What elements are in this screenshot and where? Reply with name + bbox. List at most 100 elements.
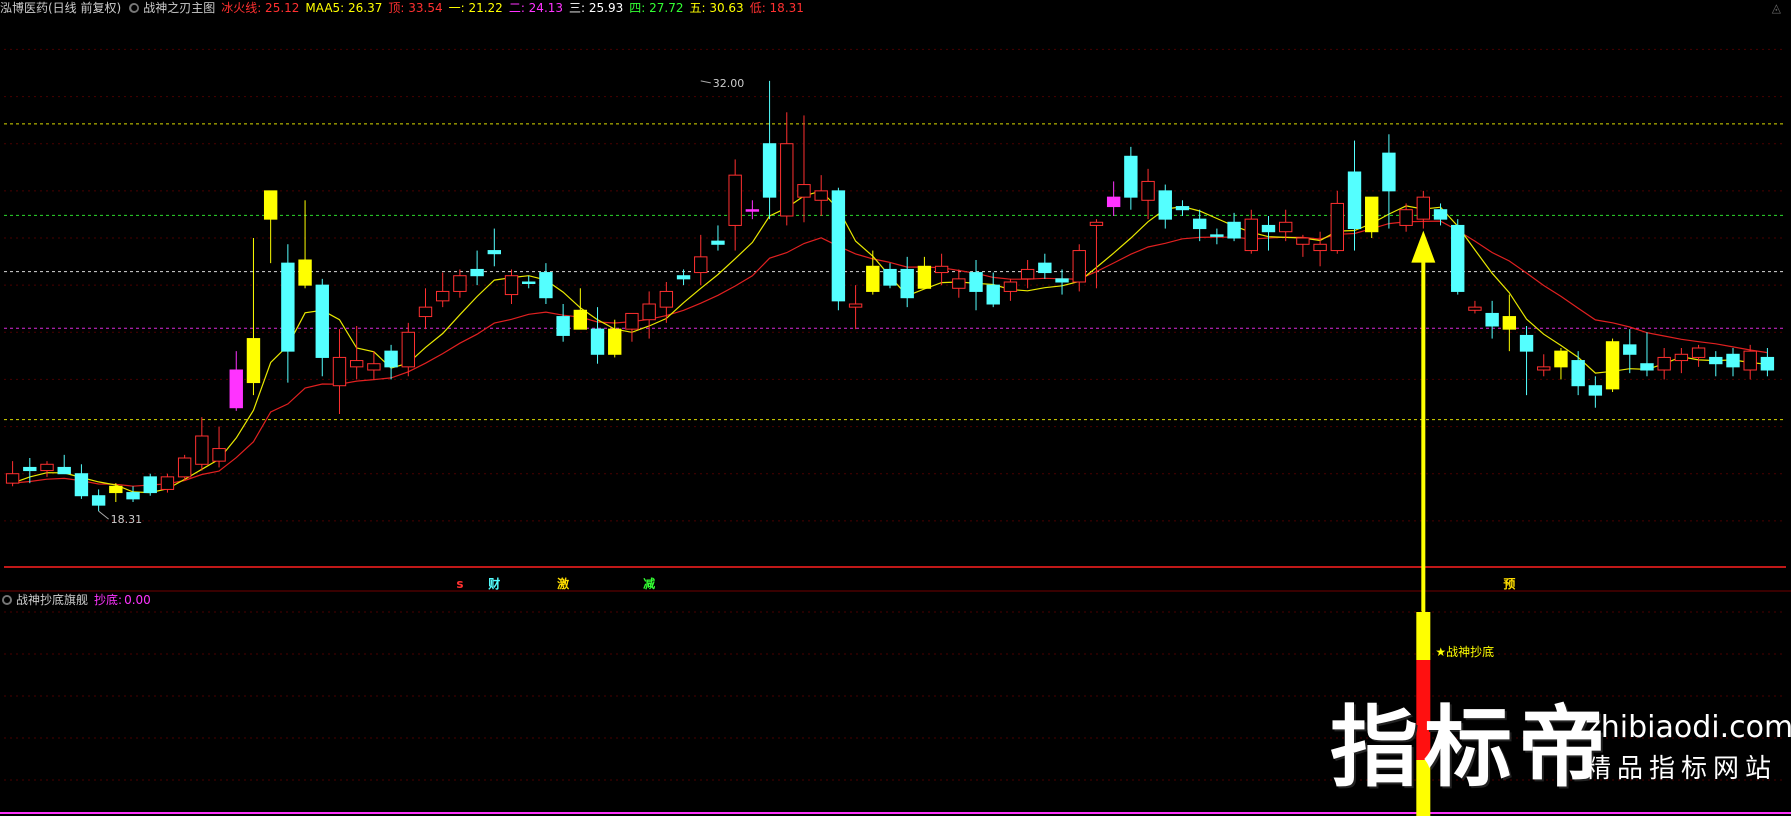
candle-body [1760,356,1775,371]
candle-body [504,275,519,296]
candle-body [281,262,295,352]
indicator-values: 冰火线: 25.12 MAA5: 26.37 顶: 33.54 一: 21.22 二: … [221,0,810,16]
candle-body [1519,334,1534,352]
candle-body [848,303,863,308]
watermark-logo: 指标帝 [1330,696,1613,799]
candle-body [91,495,106,506]
candle-body [298,259,312,286]
candle-body [212,448,226,462]
candle-body [1537,366,1551,371]
candle-body [1296,237,1310,245]
candle-body [1640,363,1654,371]
candle-body [1674,353,1689,362]
candle-body [573,309,588,330]
candle-body [1399,209,1413,226]
candle-body [676,275,691,280]
candle-body [126,492,140,500]
main-header: 泓博医药(日线 前复权) ● 战神之刃主图 冰火线: 25.12 MAA5: 26… [0,0,810,16]
signal-marker: s [456,577,463,591]
candle-body [1709,356,1723,365]
indicator-value-item: 低: 18.31 [749,1,804,15]
candle-body [969,272,983,292]
candle-body [1313,243,1327,252]
candle-body [1468,306,1482,311]
candle-body [487,250,502,255]
buy-arrow-head [1411,230,1436,263]
candle-body [900,268,914,299]
kline-chart: 32.00 18.31 s 财 激 减 预 ★战神抄底 [0,48,1791,816]
candle-body [332,356,347,387]
signal-marker: 激 [557,576,569,591]
sub-header: ● 战神抄底旗舰 抄底: 0.00 [0,592,157,608]
candle-body [608,328,622,355]
watermark-url: zhibiaodi.com [1585,710,1791,745]
sub-indicator-name: 战神抄底旗舰 [16,593,89,607]
candle-body [1089,221,1104,226]
candle-body [625,312,639,330]
candle-body [401,331,415,368]
indicator-value-item: MAA5: 26.37 [305,1,383,15]
annotation-leader [700,80,711,84]
candle-body [229,369,243,409]
indicator-value-item: 一: 21.22 [448,1,503,15]
candle-body [1657,356,1671,371]
candle-body [780,143,794,217]
candle-body [1038,262,1052,274]
candle-body [831,190,846,302]
candle-body [143,476,157,494]
candle-body [1588,385,1603,396]
grid-lines [0,48,1791,592]
candle-body [590,328,605,355]
sub-indicator-value: 0.00 [124,593,151,607]
stock-title: 泓博医药(日线 前复权) [0,1,122,15]
candle-body [436,290,450,302]
circle-dot-icon[interactable]: ● [129,3,140,13]
candle-body [1365,196,1379,233]
candle-body [1055,278,1069,283]
candle-body [986,284,1000,305]
indicator-name: 战神之刃主图 [143,1,216,15]
candle-body [384,350,398,368]
price-annotation: 18.31 [111,513,143,526]
signal-marker: 财 [487,576,500,591]
candle-body [556,316,570,336]
candle-body [1433,209,1448,220]
candle-body [1072,250,1086,283]
candle-body [470,268,484,277]
indicator-value-item: 冰火线: 25.12 [221,1,300,15]
indicator-value-item: 顶: 33.54 [388,1,443,15]
candle-body [797,184,811,198]
candle-body [1192,218,1207,230]
candle-body [263,190,278,220]
candle-body [866,265,880,292]
candle-body [1485,312,1499,327]
candle-body [177,457,192,478]
candle-body [1124,155,1138,198]
candle-body [1571,360,1585,387]
circle-dot-icon[interactable]: ● [2,595,12,605]
candle-body [74,473,89,497]
candle-body [711,240,725,245]
sub-indicator-label: 抄底: [94,593,123,607]
candle-body [659,290,674,308]
candle-body [762,143,777,198]
candle-body [1106,196,1121,208]
candle-body [1227,221,1241,239]
candle-body [1623,344,1637,355]
candle-body [40,463,54,472]
maa5-line [12,190,1768,494]
caret-up-icon[interactable]: ◬ [1772,1,1781,15]
candle-body [539,272,553,299]
signal-marker: 减 [643,576,655,591]
candle-body [694,256,708,274]
candle-body [1382,152,1396,192]
candle-body [195,435,209,465]
candle-body [1175,206,1190,211]
candle-body [1605,341,1620,390]
candle-body [1743,350,1757,371]
candle-body [1416,196,1431,220]
buy-signal-bar [1416,612,1431,660]
candles [5,80,1775,512]
candle-body [1554,350,1568,368]
candle-body [109,485,123,494]
